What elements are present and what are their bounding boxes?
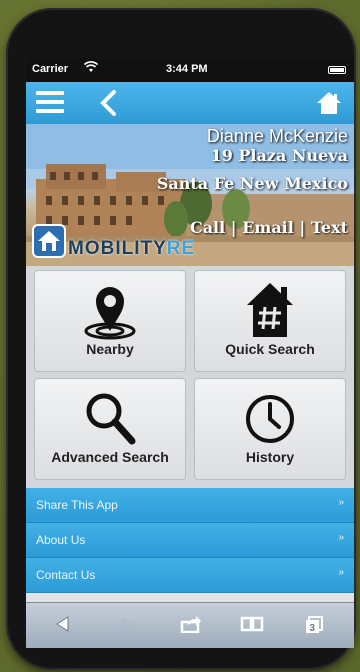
- quick-search-tile[interactable]: Quick Search: [194, 270, 346, 372]
- brand-logo: MOBILITYRE: [68, 238, 195, 260]
- location-pin-icon: [84, 287, 136, 340]
- tabs-icon[interactable]: 3: [304, 615, 324, 640]
- carrier-label: Carrier: [32, 63, 69, 75]
- feature-grid: Nearby Quick Search Advanced Search Hist…: [26, 266, 354, 488]
- text-link[interactable]: Text: [311, 218, 348, 237]
- history-tile[interactable]: History: [194, 378, 346, 480]
- clock-icon: [246, 395, 294, 443]
- menu-list: Share This App » About Us » Contact Us »: [26, 488, 354, 593]
- contact-links: Call | Email | Text: [190, 218, 348, 237]
- logo-house-icon: [32, 224, 66, 258]
- status-bar: Carrier 3:44 PM: [26, 58, 354, 82]
- nearby-tile[interactable]: Nearby: [34, 270, 186, 372]
- forward-arrow-icon[interactable]: [118, 615, 136, 638]
- chevron-right-icon: »: [338, 532, 344, 543]
- house-hash-icon: [247, 283, 293, 337]
- call-link[interactable]: Call: [190, 218, 225, 237]
- home-icon[interactable]: [316, 90, 342, 116]
- wifi-icon: [83, 61, 99, 76]
- nav-bar: [26, 82, 354, 124]
- status-time: 3:44 PM: [166, 63, 208, 75]
- separator: |: [293, 218, 311, 237]
- tile-label: Nearby: [86, 341, 134, 357]
- logo-text-main: MOBILITY: [68, 238, 167, 259]
- list-item-contact-us[interactable]: Contact Us »: [26, 558, 354, 593]
- list-item-share-app[interactable]: Share This App »: [26, 488, 354, 523]
- address-line-1: 19 Plaza Nueva: [210, 146, 348, 165]
- hero-banner: Dianne McKenzie 19 Plaza Nueva Santa Fe …: [26, 124, 354, 266]
- chevron-right-icon: »: [338, 567, 344, 578]
- chevron-left-icon[interactable]: [96, 88, 120, 118]
- list-item-label: Contact Us: [36, 568, 96, 582]
- screen: Carrier 3:44 PM Dianne McKenzie 19 Plaza…: [26, 58, 354, 648]
- separator: |: [225, 218, 243, 237]
- logo-text-accent: RE: [166, 238, 196, 259]
- tile-label: History: [245, 449, 295, 465]
- share-icon[interactable]: [180, 615, 202, 638]
- tile-label: Quick Search: [225, 341, 315, 357]
- menu-icon[interactable]: [36, 91, 64, 115]
- phone-frame: Carrier 3:44 PM Dianne McKenzie 19 Plaza…: [6, 8, 356, 670]
- battery-icon: [328, 66, 346, 74]
- chevron-right-icon: »: [338, 497, 344, 508]
- list-item-label: Share This App: [36, 498, 118, 512]
- magnifier-icon: [86, 393, 136, 445]
- browser-toolbar: 3: [26, 602, 354, 648]
- bookmarks-icon[interactable]: [240, 615, 264, 638]
- list-item-label: About Us: [36, 533, 86, 547]
- address-line-2: Santa Fe New Mexico: [156, 174, 348, 193]
- tabs-count: 3: [310, 623, 316, 634]
- agent-name: Dianne McKenzie: [206, 126, 348, 146]
- advanced-search-tile[interactable]: Advanced Search: [34, 378, 186, 480]
- tile-label: Advanced Search: [51, 449, 169, 465]
- list-item-about-us[interactable]: About Us »: [26, 523, 354, 558]
- email-link[interactable]: Email: [242, 218, 294, 237]
- back-arrow-icon[interactable]: [54, 615, 72, 638]
